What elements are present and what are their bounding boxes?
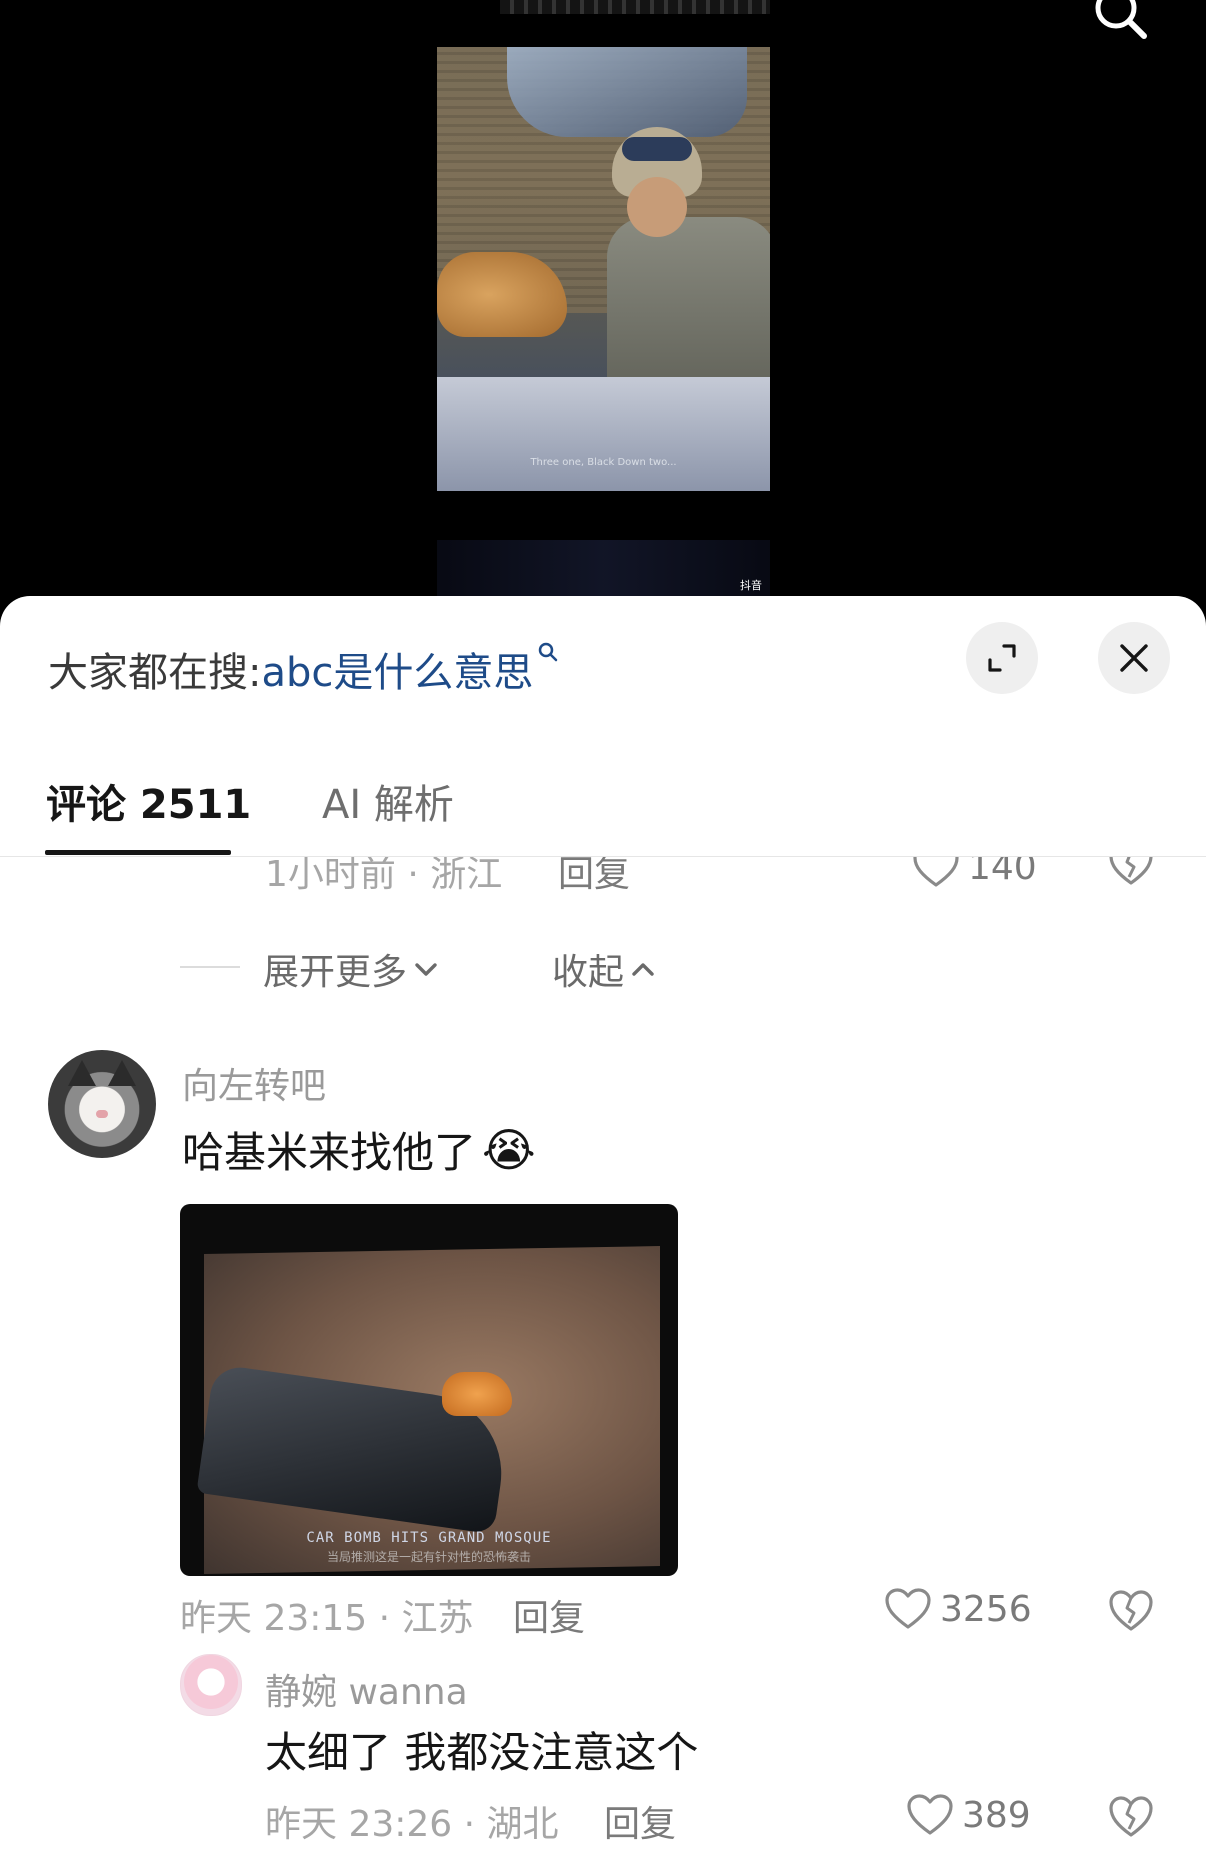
avatar-ear <box>108 1060 136 1086</box>
avatar[interactable] <box>48 1050 156 1158</box>
like-count: 140 <box>968 857 1037 888</box>
comment-image[interactable]: CAR BOMB HITS GRAND MOSQUE 当局推测这是一起有针对性的… <box>180 1204 678 1576</box>
image-caption-cn: 当局推测这是一起有针对性的恐怖袭击 <box>326 1550 531 1564</box>
comment-tabs: 评论 2511 AI 解析 <box>0 746 1206 857</box>
heart-icon <box>913 857 959 887</box>
video-goggles <box>622 137 692 161</box>
video-bottom-strip <box>437 540 770 600</box>
comment-sheet: 大家都在搜:abc是什么意思 评论 2511 AI 解析 1小时前 · 浙江 回… <box>0 596 1206 1863</box>
comment-meta: 昨天 23:15 · 江苏 <box>180 1598 474 1639</box>
video-subtitle: Three one, Black Down two... <box>530 457 677 468</box>
video-watermark: 抖音 <box>740 579 762 592</box>
video-face <box>627 177 687 237</box>
thread-controls: 展开更多 收起 <box>0 937 1206 997</box>
reply-avatar[interactable] <box>180 1654 242 1716</box>
like-count: 389 <box>962 1794 1031 1836</box>
collapse-button[interactable]: 收起 <box>552 943 656 995</box>
comment-body: 哈基米来找他了 <box>182 1128 477 1177</box>
avatar-ear <box>68 1060 96 1086</box>
expand-more-label: 展开更多 <box>263 952 408 993</box>
comment-list[interactable]: 1小时前 · 浙江 回复 140 展开更多 收起 向左转吧 哈基米来找他了 😭 … <box>0 857 1206 1863</box>
heart-icon <box>907 1794 953 1835</box>
tab-ai-analysis[interactable]: AI 解析 <box>322 772 454 830</box>
active-tab-indicator <box>45 850 231 855</box>
chevron-up-icon <box>632 963 654 976</box>
broken-heart-icon[interactable] <box>1108 857 1154 887</box>
expand-icon <box>988 644 1016 672</box>
hot-search-query[interactable]: abc是什么意思 <box>261 650 533 696</box>
comment-meta: 1小时前 · 浙江 <box>265 857 503 895</box>
image-cat <box>442 1372 512 1416</box>
reply-button[interactable]: 回复 <box>513 1589 585 1641</box>
like-button[interactable]: 140 <box>912 857 1037 889</box>
avatar-nose <box>96 1110 108 1118</box>
hot-search-bar[interactable]: 大家都在搜:abc是什么意思 <box>48 640 559 698</box>
collapse-label: 收起 <box>552 952 625 993</box>
search-icon <box>539 642 558 662</box>
close-button[interactable] <box>1098 622 1170 694</box>
hot-search-label: 大家都在搜: <box>48 650 262 696</box>
reply-text: 太细了 我都没注意这个 <box>265 1728 699 1777</box>
comment-text: 哈基米来找他了 😭 <box>182 1119 536 1180</box>
chevron-down-icon <box>415 963 437 976</box>
like-button[interactable]: 3256 <box>884 1587 1032 1631</box>
broken-heart-icon[interactable] <box>1108 1795 1154 1839</box>
expand-more-button[interactable]: 展开更多 <box>263 943 439 995</box>
heart-icon <box>885 1588 931 1629</box>
reply-meta: 昨天 23:26 · 湖北 <box>265 1804 559 1845</box>
reply-button[interactable]: 回复 <box>558 857 630 897</box>
tab-comments[interactable]: 评论 2511 <box>46 772 251 830</box>
video-top-strip <box>500 0 770 14</box>
image-caption: CAR BOMB HITS GRAND MOSQUE <box>306 1530 552 1546</box>
search-icon[interactable] <box>1090 0 1150 42</box>
like-button[interactable]: 389 <box>906 1793 1031 1837</box>
divider <box>180 966 240 968</box>
video-ledge <box>437 377 770 491</box>
reply-username[interactable]: 静婉 wanna <box>265 1663 468 1715</box>
close-icon <box>1120 644 1148 672</box>
expand-button[interactable] <box>966 622 1038 694</box>
like-count: 3256 <box>940 1588 1032 1630</box>
video-tarp <box>507 47 747 137</box>
video-player[interactable]: Three one, Black Down two... 抖音 <box>0 0 1206 610</box>
comment-username[interactable]: 向左转吧 <box>182 1057 326 1109</box>
video-frame[interactable]: Three one, Black Down two... <box>437 47 770 491</box>
crying-emoji-icon: 😭 <box>482 1122 536 1177</box>
reply-button[interactable]: 回复 <box>604 1795 676 1847</box>
broken-heart-icon[interactable] <box>1108 1589 1154 1633</box>
